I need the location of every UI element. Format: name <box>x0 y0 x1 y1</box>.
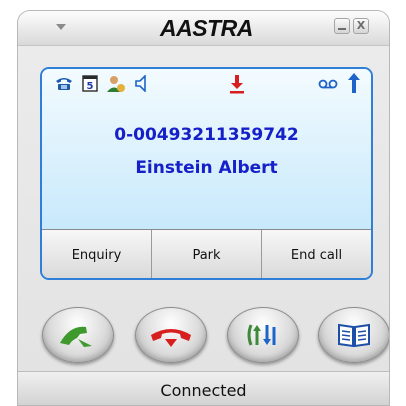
enquiry-button[interactable]: Enquiry <box>42 230 152 278</box>
phone-icon <box>56 78 72 90</box>
calendar-icon: 5 <box>82 75 98 92</box>
minimize-icon[interactable] <box>334 18 350 34</box>
transfer-icon <box>247 324 276 346</box>
presence-icon <box>107 76 125 92</box>
svg-text:AASTRA: AASTRA <box>159 15 253 41</box>
hold-icon <box>230 75 244 94</box>
park-button[interactable]: Park <box>152 230 262 278</box>
hangup-button[interactable] <box>135 307 207 363</box>
phonebook-icon <box>338 323 370 348</box>
calendar-day: 5 <box>87 81 94 92</box>
answer-call-button[interactable] <box>42 307 114 363</box>
brand-logo: AASTRA <box>158 15 288 41</box>
softkey-bar: Enquiry Park End call <box>42 229 371 278</box>
caller-number: 0-00493211359742 <box>114 125 299 145</box>
caller-name: Einstein Albert <box>135 158 278 178</box>
transfer-button[interactable] <box>227 307 299 363</box>
display-screen: 5 0-00493211359742 Einstein Albert <box>42 69 371 229</box>
phonebook-button[interactable] <box>318 307 389 363</box>
title-bar[interactable]: AASTRA X <box>18 11 389 46</box>
chevron-down-icon[interactable] <box>56 24 66 30</box>
status-icon-row: 5 <box>42 69 371 99</box>
answer-call-icon <box>60 326 92 347</box>
status-bar: Connected <box>18 371 389 405</box>
call-display: 5 0-00493211359742 Einstein Albert Enqui… <box>40 67 373 280</box>
phone-window: AASTRA X 5 0-00493211359742 Einstein Alb… <box>17 10 390 406</box>
voicemail-icon <box>318 79 338 89</box>
arrow-up-icon <box>348 73 360 93</box>
close-icon[interactable]: X <box>353 18 369 34</box>
speaker-icon <box>135 75 146 92</box>
connection-status: Connected <box>160 380 247 400</box>
hangup-icon <box>151 329 191 347</box>
end-call-button[interactable]: End call <box>262 230 371 278</box>
